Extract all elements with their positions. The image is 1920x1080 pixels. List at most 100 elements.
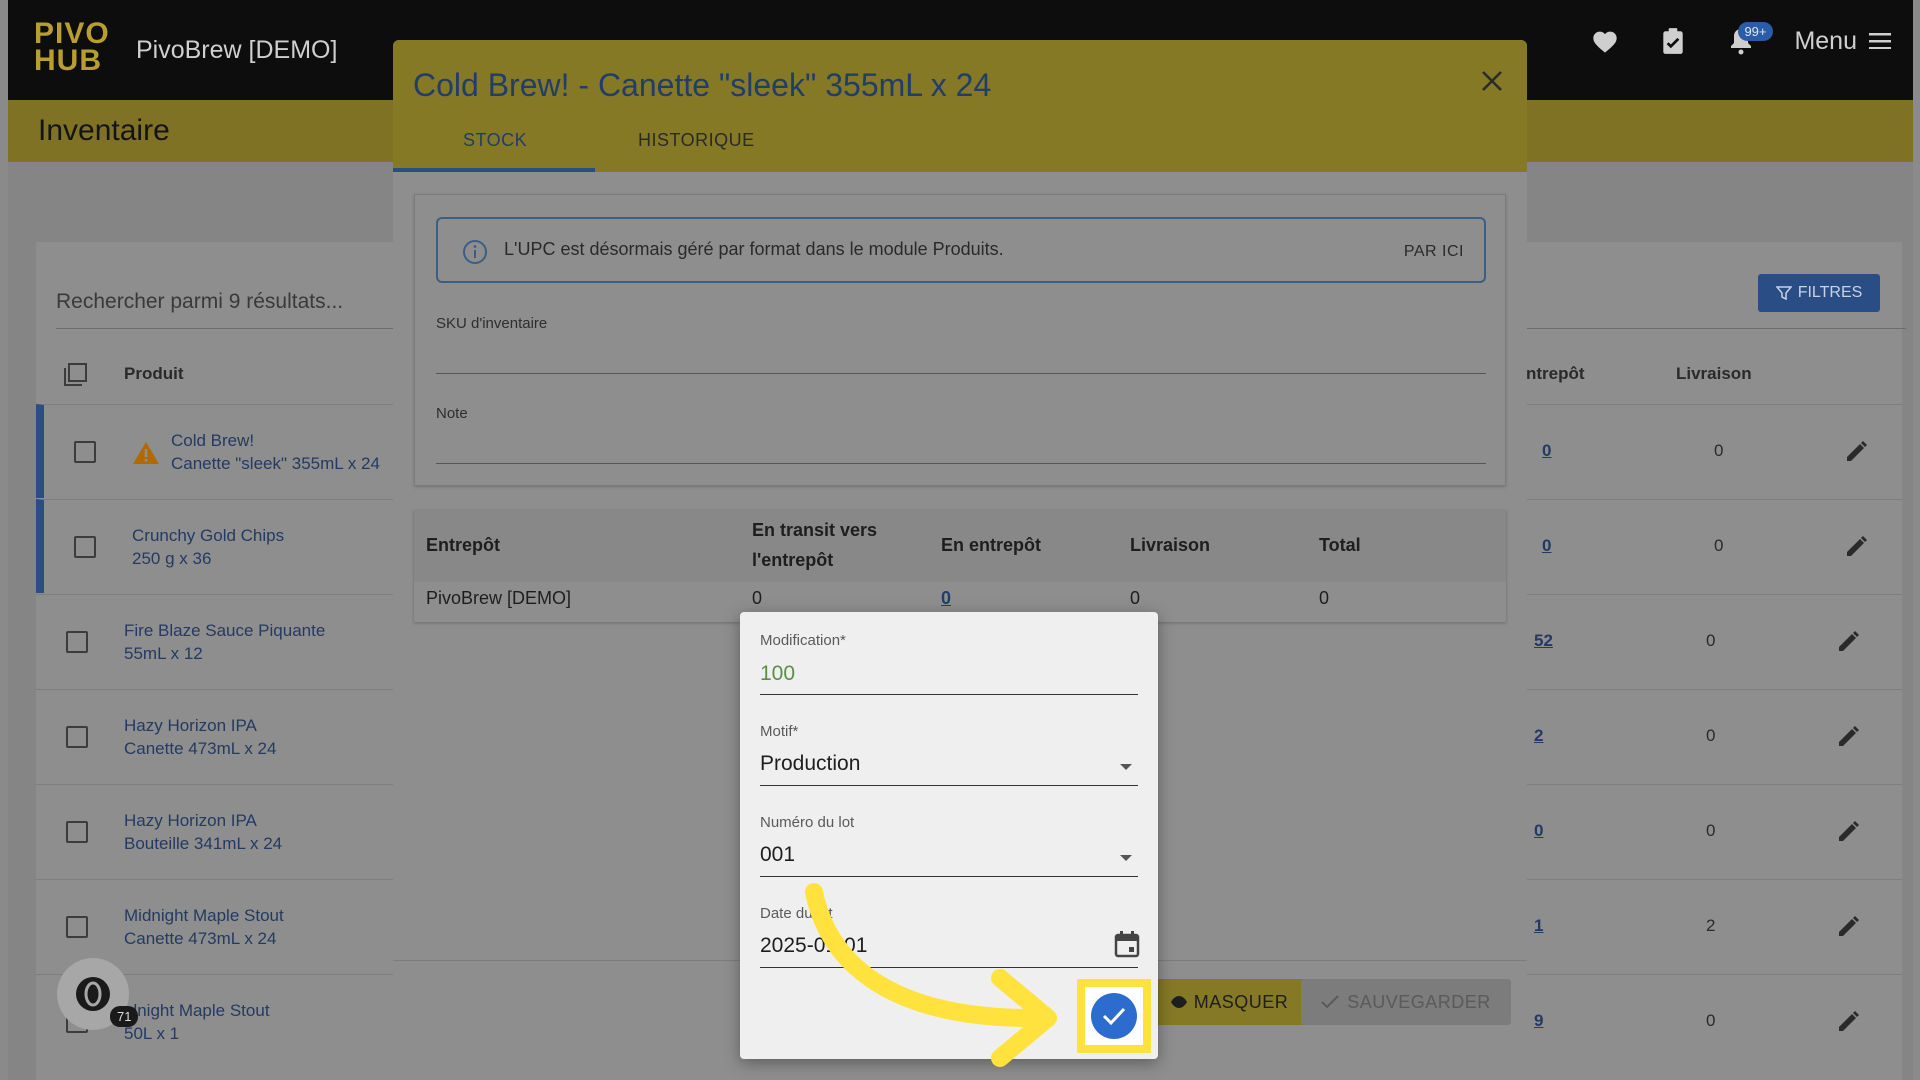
row-checkbox[interactable] [66, 631, 88, 653]
note-field[interactable] [436, 463, 1486, 464]
livraison-qty: 0 [1706, 631, 1716, 650]
note-label: Note [436, 405, 468, 422]
pencil-icon[interactable] [1844, 438, 1870, 464]
pencil-icon[interactable] [1836, 723, 1862, 749]
stock-table: Entrepôt En transit vers l'entrepôt En en… [414, 510, 1506, 622]
calendar-icon[interactable] [1114, 930, 1140, 958]
top-icons: 99+ Menu [1590, 22, 1891, 56]
clipboard-check-icon[interactable] [1658, 26, 1688, 56]
cell-en-entrepot-link[interactable]: 0 [941, 588, 951, 609]
product-name-link[interactable]: Crunchy Gold Chips 250 g x 36 [132, 524, 284, 570]
livraison-qty: 0 [1714, 441, 1724, 460]
motif-label: Motif* [760, 723, 799, 740]
row-checkbox[interactable] [74, 441, 96, 463]
modification-underline [760, 694, 1138, 695]
livraison-qty: 0 [1706, 726, 1716, 745]
product-name-link[interactable]: Hazy Horizon IPA Bouteille 341mL x 24 [124, 809, 282, 855]
bell-icon[interactable]: 99+ [1726, 22, 1773, 56]
filter-icon [1775, 286, 1792, 301]
tutorial-arrow-icon [805, 883, 1057, 1067]
product-name-link[interactable]: Hazy Horizon IPA Canette 473mL x 24 [124, 714, 276, 760]
save-label: SAUVEGARDER [1347, 991, 1491, 1012]
lot-label: Numéro du lot [760, 814, 855, 831]
entrepot-qty-link[interactable]: 9 [1534, 1011, 1543, 1031]
check-icon [1102, 1007, 1126, 1026]
livraison-qty: 2 [1706, 916, 1716, 935]
heart-icon[interactable] [1590, 26, 1620, 56]
chevron-down-icon[interactable] [1120, 855, 1132, 861]
tab-historique[interactable]: HISTORIQUE [638, 130, 755, 151]
filters-label: FILTRES [1797, 284, 1863, 301]
info-link[interactable]: PAR ICI [1404, 243, 1464, 261]
column-product[interactable]: Produit [124, 364, 184, 384]
product-name-link[interactable]: Cold Brew! Canette "sleek" 355mL x 24 [171, 429, 380, 475]
chat-logo-icon [76, 977, 110, 1011]
cell-entrepot-name: PivoBrew [DEMO] [426, 588, 572, 608]
product-name-link[interactable]: Fire Blaze Sauce Piquante 55mL x 12 [124, 619, 325, 665]
chevron-down-icon[interactable] [1120, 764, 1132, 770]
warning-icon [133, 442, 159, 464]
product-name-link[interactable]: idnight Maple Stout 50L x 1 [124, 999, 270, 1045]
livraison-qty: 0 [1706, 821, 1716, 840]
pencil-icon[interactable] [1836, 913, 1862, 939]
header-en-entrepot: En entrepôt [941, 535, 1042, 555]
confirm-button[interactable] [1091, 993, 1137, 1039]
search-placeholder: Rechercher parmi 9 résultats... [56, 290, 344, 313]
pencil-icon[interactable] [1836, 628, 1862, 654]
modification-label: Modification* [760, 632, 846, 649]
stock-details-card: L'UPC est désormais géré par format dans… [414, 194, 1506, 486]
entrepot-qty-link[interactable]: 0 [1542, 441, 1551, 461]
confirm-button-highlight [1077, 979, 1151, 1053]
info-banner: L'UPC est désormais géré par format dans… [436, 217, 1486, 283]
entrepot-qty-link[interactable]: 0 [1534, 821, 1543, 841]
hamburger-icon [1869, 33, 1891, 49]
page-title: Inventaire [38, 114, 170, 147]
pencil-icon[interactable] [1844, 533, 1870, 559]
sku-field[interactable] [436, 373, 1486, 374]
modal-title: Cold Brew! - Canette "sleek" 355mL x 24 [413, 67, 992, 103]
cell-transit: 0 [752, 588, 763, 608]
tab-stock[interactable]: STOCK [463, 130, 527, 151]
info-icon [463, 240, 487, 264]
cell-total: 0 [1319, 588, 1330, 608]
lot-underline [760, 876, 1138, 877]
hide-button[interactable]: MASQUER [1149, 979, 1309, 1025]
menu-button[interactable]: Menu [1794, 27, 1891, 56]
row-checkbox[interactable] [66, 726, 88, 748]
livraison-qty: 0 [1706, 1011, 1716, 1030]
product-name-link[interactable]: Midnight Maple Stout Canette 473mL x 24 [124, 904, 284, 950]
pencil-icon[interactable] [1836, 818, 1862, 844]
motif-underline [760, 785, 1138, 786]
row-checkbox[interactable] [66, 916, 88, 938]
active-tab-indicator [393, 168, 595, 172]
header-total: Total [1319, 535, 1361, 555]
row-checkbox[interactable] [66, 821, 88, 843]
eye-off-icon [1170, 996, 1187, 1008]
modal-header: Cold Brew! - Canette "sleek" 355mL x 24 … [393, 40, 1527, 172]
notification-badge: 99+ [1738, 22, 1773, 41]
row-checkbox[interactable] [74, 536, 96, 558]
info-text: L'UPC est désormais géré par format dans… [504, 239, 1004, 259]
app-title: PivoBrew [DEMO] [136, 36, 338, 64]
lot-select[interactable]: 001 [760, 843, 795, 867]
sku-label: SKU d'inventaire [436, 315, 548, 332]
close-icon[interactable] [1481, 66, 1503, 100]
filters-button[interactable]: FILTRES [1758, 274, 1880, 312]
entrepot-qty-link[interactable]: 2 [1534, 726, 1543, 746]
modification-input[interactable]: 100 [760, 662, 795, 686]
entrepot-qty-link[interactable]: 0 [1542, 536, 1551, 556]
save-button[interactable]: SAUVEGARDER [1301, 979, 1511, 1025]
motif-select[interactable]: Production [760, 752, 860, 776]
brand-logo: PIVO HUB [34, 17, 110, 77]
entrepot-qty-link[interactable]: 1 [1534, 916, 1543, 936]
check-icon [1321, 995, 1339, 1009]
column-livraison[interactable]: Livraison [1676, 364, 1752, 384]
header-livraison: Livraison [1130, 535, 1211, 555]
hide-label: MASQUER [1193, 991, 1289, 1012]
chat-count-badge: 71 [110, 1006, 139, 1027]
menu-label: Menu [1794, 26, 1857, 55]
select-all-icon[interactable] [62, 362, 88, 393]
entrepot-qty-link[interactable]: 52 [1534, 631, 1553, 651]
column-entrepot[interactable]: ntrepôt [1526, 364, 1585, 384]
pencil-icon[interactable] [1836, 1008, 1862, 1034]
